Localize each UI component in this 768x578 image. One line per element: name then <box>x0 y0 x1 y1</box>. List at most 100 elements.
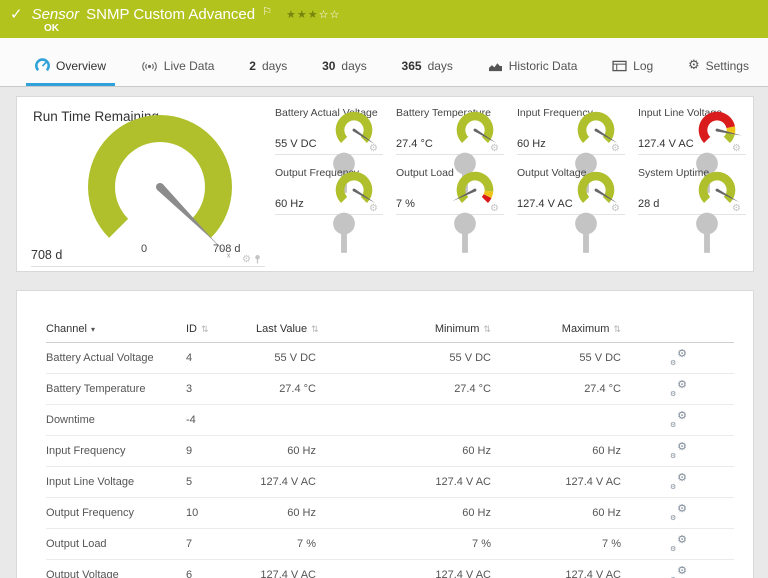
sort-icon: ⇅ <box>483 325 491 335</box>
channel-settings-icon[interactable]: ⚙⚙ <box>669 380 689 395</box>
star-empty-icon[interactable]: ☆ <box>329 8 340 21</box>
channel-gauge-title: Battery Temperature <box>396 107 501 119</box>
gear-icon[interactable]: ⚙ <box>490 204 499 214</box>
tab-live-data[interactable]: Live Data <box>132 50 224 86</box>
channel-row[interactable]: Input Frequency 9 60 Hz 60 Hz 60 Hz ⚙⚙ <box>46 436 734 467</box>
gear-icon[interactable]: ⚙ <box>242 255 251 265</box>
channel-gauge-title: System Uptime <box>638 167 743 179</box>
tab-365-days[interactable]: 365 days <box>393 50 462 86</box>
gear-icon[interactable]: ⚙ <box>611 204 620 214</box>
gauge-footer-icons[interactable]: ⚙ <box>490 144 499 154</box>
column-header-id[interactable]: ID⇅ <box>186 317 256 343</box>
channel-settings-icon[interactable]: ⚙⚙ <box>669 411 689 426</box>
pin-icon[interactable] <box>680 211 734 257</box>
flag-icon[interactable]: ⚐ <box>262 5 272 18</box>
tab-label: days <box>262 59 287 73</box>
gear-icon[interactable]: ⚙ <box>732 144 741 154</box>
column-header-actions <box>621 317 734 343</box>
channel-gauges-grid: Battery Actual Voltage 55 V DC ⚙ Battery… <box>267 101 751 221</box>
gauges-panel: Run Time Remaining x 0 708 d 708 d ⚙ Bat… <box>16 96 754 272</box>
pin-icon[interactable] <box>559 211 613 257</box>
channel-id-cell: 6 <box>186 560 256 578</box>
gauge-footer-icons[interactable]: ⚙ <box>611 204 620 214</box>
channel-last-value-cell: 60 Hz <box>256 436 316 467</box>
gear-icon[interactable]: ⚙ <box>490 144 499 154</box>
log-icon <box>612 60 627 72</box>
divider <box>31 266 265 267</box>
priority-stars[interactable]: ★★★☆☆ <box>286 8 340 21</box>
channel-row[interactable]: Battery Actual Voltage 4 55 V DC 55 V DC… <box>46 343 734 374</box>
star-filled-icon[interactable]: ★ <box>286 8 297 21</box>
channel-settings-icon[interactable]: ⚙⚙ <box>669 442 689 457</box>
column-header-last-value[interactable]: Last Value⇅ <box>256 317 316 343</box>
divider <box>275 154 383 155</box>
tab-label: Log <box>633 59 653 73</box>
sensor-page: ✓ Sensor SNMP Custom Advanced ⚐ ★★★☆☆ OK… <box>0 0 768 578</box>
channel-name-cell: Downtime <box>46 405 186 436</box>
gear-icon[interactable]: ⚙ <box>611 144 620 154</box>
channel-settings-icon[interactable]: ⚙⚙ <box>669 566 689 578</box>
channel-row[interactable]: Downtime -4 ⚙⚙ <box>46 405 734 436</box>
gauge-footer-icons[interactable]: ⚙ <box>732 144 741 154</box>
channel-row[interactable]: Output Frequency 10 60 Hz 60 Hz 60 Hz ⚙⚙ <box>46 498 734 529</box>
channel-row[interactable]: Output Voltage 6 127.4 V AC 127.4 V AC 1… <box>46 560 734 578</box>
sort-desc-icon: ▾ <box>91 325 95 334</box>
status-check-icon: ✓ <box>10 5 23 23</box>
channel-minimum-cell: 55 V DC <box>316 343 491 374</box>
star-filled-icon[interactable]: ★ <box>297 8 308 21</box>
status-badge: OK <box>44 23 59 34</box>
channel-settings-icon[interactable]: ⚙⚙ <box>669 504 689 519</box>
sort-icon: ⇅ <box>613 325 621 335</box>
column-header-maximum[interactable]: Maximum⇅ <box>491 317 621 343</box>
pin-icon[interactable] <box>317 211 371 257</box>
channel-minimum-cell: 127.4 V AC <box>316 560 491 578</box>
sort-icon: ⇅ <box>311 325 319 335</box>
channel-gauge-value: 127.4 V AC <box>638 138 694 150</box>
gauge-footer-icons[interactable]: ⚙ <box>490 204 499 214</box>
channel-maximum-cell: 55 V DC <box>491 343 621 374</box>
gear-icon[interactable]: ⚙ <box>369 204 378 214</box>
channel-actions-cell: ⚙⚙ <box>621 498 734 529</box>
tab-historic-data[interactable]: Historic Data <box>479 50 587 86</box>
channel-last-value-cell <box>256 405 316 436</box>
tab-log[interactable]: Log <box>603 50 662 86</box>
channel-gauge-panel: Input Frequency 60 Hz ⚙ <box>509 101 630 161</box>
gauge-footer-icons[interactable]: ⚙ <box>369 204 378 214</box>
channel-maximum-cell <box>491 405 621 436</box>
tab-bar: Overview Live Data 2 days 30 days 365 da… <box>0 38 768 87</box>
channel-gauge-value: 28 d <box>638 198 659 210</box>
channel-gauge-panel: Output Load 7 % ⚙ <box>388 161 509 221</box>
gauge-footer-icons[interactable]: ⚙ <box>242 254 261 265</box>
channel-name-cell: Output Load <box>46 529 186 560</box>
column-header-channel[interactable]: Channel▾ <box>46 317 186 343</box>
tab-label: Historic Data <box>509 59 578 73</box>
channel-row[interactable]: Battery Temperature 3 27.4 °C 27.4 °C 27… <box>46 374 734 405</box>
gauge-footer-icons[interactable]: ⚙ <box>732 204 741 214</box>
gear-icon[interactable]: ⚙ <box>369 144 378 154</box>
pin-icon[interactable] <box>438 211 492 257</box>
tab-settings[interactable]: ⚙ Settings <box>679 50 758 86</box>
channel-id-cell: 4 <box>186 343 256 374</box>
tab-overview[interactable]: Overview <box>26 49 115 86</box>
gauge-footer-icons[interactable]: ⚙ <box>611 144 620 154</box>
channel-row[interactable]: Input Line Voltage 5 127.4 V AC 127.4 V … <box>46 467 734 498</box>
divider <box>638 214 746 215</box>
channel-settings-icon[interactable]: ⚙⚙ <box>669 535 689 550</box>
gear-icon[interactable]: ⚙ <box>732 204 741 214</box>
gauge-footer-icons[interactable]: ⚙ <box>369 144 378 154</box>
channel-id-cell: 5 <box>186 467 256 498</box>
pin-icon[interactable] <box>254 254 261 265</box>
tab-30-days[interactable]: 30 days <box>313 50 376 86</box>
star-empty-icon[interactable]: ☆ <box>319 8 330 21</box>
divider <box>517 214 625 215</box>
channel-row[interactable]: Output Load 7 7 % 7 % 7 % ⚙⚙ <box>46 529 734 560</box>
sort-icon: ⇅ <box>201 325 209 335</box>
column-header-minimum[interactable]: Minimum⇅ <box>316 317 491 343</box>
channel-id-cell: 10 <box>186 498 256 529</box>
channel-settings-icon[interactable]: ⚙⚙ <box>669 349 689 364</box>
channel-last-value-cell: 60 Hz <box>256 498 316 529</box>
channel-settings-icon[interactable]: ⚙⚙ <box>669 473 689 488</box>
tab-2-days[interactable]: 2 days <box>240 50 296 86</box>
channel-minimum-cell: 127.4 V AC <box>316 467 491 498</box>
star-filled-icon[interactable]: ★ <box>308 8 319 21</box>
